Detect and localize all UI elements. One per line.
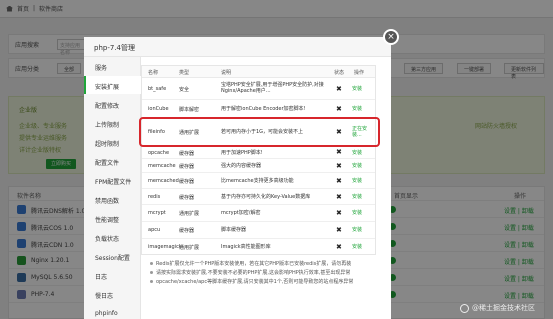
sidebar-item-session[interactable]: Session配置 <box>84 247 141 265</box>
ext-description: 强大的内容缓存器 <box>221 163 262 169</box>
table-row: memcached 缓存器 比memcache支持更多高级功能 ✖ 安装 <box>142 173 375 189</box>
highlight-box <box>139 117 380 147</box>
ext-name: ionCube <box>148 106 169 112</box>
ext-description: 基于内存亦可持久化的Key-Value数据库 <box>221 194 311 200</box>
column-header: 状态 <box>334 70 345 76</box>
ext-name: memcache <box>148 163 176 169</box>
note-item: opcache/xcache/apc等脚本缓存扩展,请只安装其中1个,否则可能导… <box>150 278 353 285</box>
watermark: @稀土掘金技术社区 <box>460 303 535 313</box>
sidebar-item-slow-logs[interactable]: 慢日志 <box>84 285 141 303</box>
sidebar-item-config-modify[interactable]: 配置修改 <box>84 95 141 113</box>
install-link[interactable]: 安装 <box>352 210 362 216</box>
column-header: 说明 <box>221 70 232 76</box>
sidebar-item-timeout-limit[interactable]: 超时限制 <box>84 133 141 151</box>
table-row: apcu 缓存器 脚本缓存器 ✖ 安装 <box>142 222 375 239</box>
ext-name: bt_safe <box>148 86 167 92</box>
sidebar-item-fpm-config[interactable]: FPM配置文件 <box>84 171 141 189</box>
ext-type: 通用扩展 <box>179 211 200 217</box>
install-link[interactable]: 安装 <box>352 227 362 233</box>
sidebar-item-install-extensions[interactable]: 安装扩展 <box>84 76 141 94</box>
ext-type: 缓存器 <box>179 164 195 170</box>
ext-description: 比memcache支持更多高级功能 <box>221 178 294 184</box>
install-link[interactable]: 安装 <box>352 178 362 184</box>
status-x-icon: ✖ <box>336 193 342 201</box>
note-text: 请按实际需求安装扩展,不要安装不必要的PHP扩展,这会影响PHP执行效率,甚至出… <box>156 270 351 276</box>
ext-name: memcached <box>148 178 179 184</box>
ext-name: redis <box>148 194 161 200</box>
sidebar-item-logs[interactable]: 日志 <box>84 266 141 284</box>
sidebar-item-load-status[interactable]: 负载状态 <box>84 228 141 246</box>
note-item: Redis扩展仅允许一个PHP版本安装使用，若在其它PHP版本已安装redis扩… <box>150 260 351 267</box>
ext-description: mcrypt加密/解密 <box>221 210 261 216</box>
ext-type: 安全 <box>179 87 190 93</box>
table-row: imagemagick 通用扩展 Imagick高性能图形库 ✖ 安装 <box>142 239 375 255</box>
extensions-table: 名称 类型 说明 状态 操作 bt_safe 安全 宝塔PHP安全扩展,用于增强… <box>141 65 376 255</box>
ext-description: 脚本缓存器 <box>221 227 247 233</box>
modal-title: php-7.4管理 <box>84 37 391 57</box>
ext-description: 宝塔PHP安全扩展,用于增强PHP安全防护,对接Nginx/Apache用户..… <box>221 82 324 94</box>
table-row: mcrypt 通用扩展 mcrypt加密/解密 ✖ 安装 <box>142 205 375 222</box>
ext-type: 缓存器 <box>179 151 195 157</box>
bullet-icon <box>150 271 153 274</box>
status-x-icon: ✖ <box>336 177 342 185</box>
sidebar-item-performance[interactable]: 性能调整 <box>84 209 141 227</box>
column-header: 类型 <box>179 70 190 76</box>
table-row: redis 缓存器 基于内存亦可持久化的Key-Value数据库 ✖ 安装 <box>142 189 375 205</box>
sidebar-item-phpinfo[interactable]: phpinfo <box>84 304 141 319</box>
ext-name: imagemagick <box>148 244 182 250</box>
status-x-icon: ✖ <box>336 243 342 251</box>
table-row: opcache 缓存器 用于加速PHP脚本! ✖ 安装 <box>142 146 375 159</box>
status-x-icon: ✖ <box>336 85 342 93</box>
table-row: ionCube 脚本解密 用于解密ionCube Encoder加密脚本! ✖ … <box>142 100 375 118</box>
ext-name: opcache <box>148 150 170 156</box>
ext-type: 缓存器 <box>179 228 195 234</box>
ext-type: 脚本解密 <box>179 107 200 113</box>
bullet-icon <box>150 280 153 283</box>
ext-type: 通用扩展 <box>179 245 200 251</box>
status-x-icon: ✖ <box>336 209 342 217</box>
install-link[interactable]: 安装 <box>352 86 362 92</box>
install-link[interactable]: 安装 <box>352 194 362 200</box>
ext-description: 用于加速PHP脚本! <box>221 150 263 156</box>
watermark-text: @稀土掘金技术社区 <box>472 304 535 312</box>
ext-type: 缓存器 <box>179 179 195 185</box>
ext-description: 用于解密ionCube Encoder加密脚本! <box>221 106 306 112</box>
status-x-icon: ✖ <box>336 105 342 113</box>
install-link[interactable]: 安装 <box>352 163 362 169</box>
sidebar-item-config-file[interactable]: 配置文件 <box>84 152 141 170</box>
status-x-icon: ✖ <box>336 162 342 170</box>
sidebar-item-disabled-functions[interactable]: 禁用函数 <box>84 190 141 208</box>
column-header: 名称 <box>148 70 159 76</box>
note-item: 请按实际需求安装扩展,不要安装不必要的PHP扩展,这会影响PHP执行效率,甚至出… <box>150 269 350 276</box>
table-row: memcache 缓存器 强大的内容缓存器 ✖ 安装 <box>142 159 375 173</box>
watermark-logo-icon <box>460 303 469 313</box>
status-x-icon: ✖ <box>336 148 342 156</box>
note-text: Redis扩展仅允许一个PHP版本安装使用，若在其它PHP版本已安装redis扩… <box>156 261 352 267</box>
ext-name: apcu <box>148 227 161 233</box>
install-link[interactable]: 安装 <box>352 150 362 156</box>
ext-type: 缓存器 <box>179 195 195 201</box>
install-link[interactable]: 安装 <box>352 106 362 112</box>
table-row: bt_safe 安全 宝塔PHP安全扩展,用于增强PHP安全防护,对接Nginx… <box>142 78 375 100</box>
status-x-icon: ✖ <box>336 226 342 234</box>
column-header: 操作 <box>354 70 365 76</box>
bullet-icon <box>150 262 153 265</box>
ext-name: mcrypt <box>148 210 166 216</box>
ext-description: Imagick高性能图形库 <box>221 244 271 250</box>
modal-sidebar: 服务 安装扩展 配置修改 上传限制 超时限制 配置文件 FPM配置文件 禁用函数… <box>84 57 141 319</box>
sidebar-item-upload-limit[interactable]: 上传限制 <box>84 114 141 132</box>
close-icon[interactable]: × <box>383 29 399 45</box>
install-link[interactable]: 安装 <box>352 244 362 250</box>
sidebar-item-service[interactable]: 服务 <box>84 57 141 75</box>
table-header: 名称 类型 说明 状态 操作 <box>142 66 375 78</box>
note-text: opcache/xcache/apc等脚本缓存扩展,请只安装其中1个,否则可能导… <box>156 279 354 285</box>
